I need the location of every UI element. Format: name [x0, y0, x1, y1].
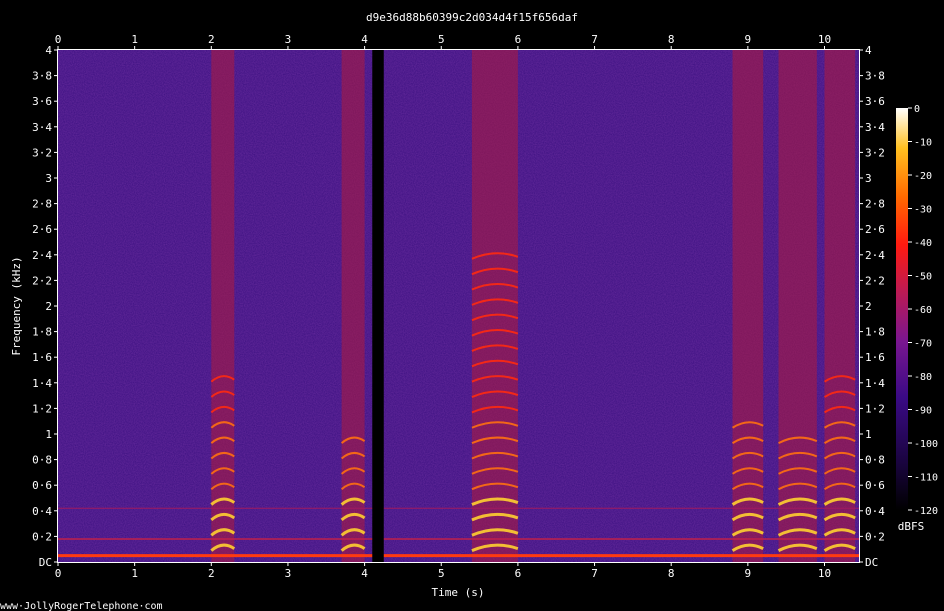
y-axis-label: Frequency (kHz) [10, 256, 23, 355]
y-tick-label: 1·8 [32, 326, 52, 339]
x-tick-label: 5 [438, 567, 445, 580]
y-tick-label: 3·4 [32, 121, 52, 134]
x-tick-label: 4 [361, 567, 368, 580]
y-tick-label-right: 2·4 [865, 249, 885, 262]
y-tick-label-right: 0·2 [865, 530, 885, 543]
colorbar-tick-label: 0 [914, 104, 920, 115]
colorbar-tick-label: -50 [914, 272, 932, 283]
y-tick-label: 3·2 [32, 146, 52, 159]
y-tick-label-right: 0·6 [865, 479, 885, 492]
spectrogram-chart: d9e36d88b60399c2d034d4f15f656daf 0 0 1 1 2 2 3… [0, 11, 938, 611]
y-tick-label: 1·6 [32, 351, 52, 364]
x-tick-label: 6 [515, 567, 522, 580]
spectrogram-plot-area [58, 50, 859, 562]
x-tick-label: 10 [818, 567, 831, 580]
y-tick-label: 2·6 [32, 223, 52, 236]
x-tick-label-top: 8 [668, 33, 675, 46]
y-tick-label: 3·8 [32, 70, 52, 83]
colorbar-label: dBFS [898, 520, 925, 533]
y-tick-label: 1·2 [32, 402, 52, 415]
y-tick-label-right: 1·8 [865, 326, 885, 339]
y-tick-label-right: 2·8 [865, 198, 885, 211]
y-tick-label: DC [39, 556, 52, 569]
y-tick-label: 0·6 [32, 479, 52, 492]
y-tick-label-right: 3·2 [865, 146, 885, 159]
x-tick-label-top: 0 [55, 33, 62, 46]
x-tick-label-top: 7 [591, 33, 598, 46]
colorbar-tick-label: -100 [914, 439, 938, 450]
y-tick-label: 4 [45, 44, 52, 57]
colorbar-tick-label: -90 [914, 406, 932, 417]
y-tick-label: 2·2 [32, 274, 52, 287]
y-tick-label-right: 0·8 [865, 454, 885, 467]
colorbar-tick-label: -70 [914, 339, 932, 350]
x-axis-label: Time (s) [432, 586, 485, 599]
y-tick-label: 0·2 [32, 530, 52, 543]
colorbar-tick-label: -120 [914, 506, 938, 517]
y-tick-label: 2·8 [32, 198, 52, 211]
y-tick-label-right: 1·2 [865, 402, 885, 415]
colorbar-tick-label: -60 [914, 305, 932, 316]
y-tick-label-right: DC [865, 556, 878, 569]
colorbar-tick-label: -10 [914, 138, 932, 149]
y-tick-label: 1·4 [32, 377, 52, 390]
silence-gap [372, 50, 384, 562]
y-tick-label-right: 3·8 [865, 70, 885, 83]
x-tick-label: 2 [208, 567, 215, 580]
y-tick-label-right: 1·4 [865, 377, 885, 390]
y-tick-label: 1 [45, 428, 52, 441]
y-tick-label-right: 3·6 [865, 95, 885, 108]
y-tick-label-right: 2·2 [865, 274, 885, 287]
x-tick-label: 3 [285, 567, 292, 580]
chart-title: d9e36d88b60399c2d034d4f15f656daf [366, 11, 578, 24]
x-tick-label-top: 4 [361, 33, 368, 46]
x-tick-label-top: 9 [745, 33, 752, 46]
colorbar-tick-label: -110 [914, 473, 938, 484]
colorbar-ticks: -120-110-100-90-80-70-60-50-40-30-20-100 [908, 104, 938, 517]
colorbar-tick-label: -80 [914, 372, 932, 383]
colorbar-tick-label: -20 [914, 171, 932, 182]
y-tick-label: 3·6 [32, 95, 52, 108]
y-tick-label-right: 3 [865, 172, 872, 185]
y-tick-label: 2 [45, 300, 52, 313]
y-tick-label: 3 [45, 172, 52, 185]
y-tick-label-right: 1 [865, 428, 872, 441]
x-tick-label-top: 3 [285, 33, 292, 46]
x-tick-label-top: 2 [208, 33, 215, 46]
y-tick-label-right: 0·4 [865, 505, 885, 518]
colorbar-tick-label: -40 [914, 238, 932, 249]
watermark-text: www·JollyRogerTelephone·com [0, 601, 163, 611]
x-tick-label: 9 [745, 567, 752, 580]
y-tick-label-right: 3·4 [865, 121, 885, 134]
colorbar-tick-label: -30 [914, 205, 932, 216]
x-tick-label: 0 [55, 567, 62, 580]
x-tick-label: 7 [591, 567, 598, 580]
y-tick-label: 0·4 [32, 505, 52, 518]
x-tick-label-top: 5 [438, 33, 445, 46]
y-tick-label-right: 2 [865, 300, 872, 313]
x-tick-label: 1 [131, 567, 138, 580]
x-tick-label-top: 6 [515, 33, 522, 46]
y-tick-label-right: 2·6 [865, 223, 885, 236]
y-tick-label: 2·4 [32, 249, 52, 262]
y-tick-label-right: 4 [865, 44, 872, 57]
x-tick-label-top: 10 [818, 33, 831, 46]
colorbar [896, 108, 908, 510]
x-tick-label-top: 1 [131, 33, 138, 46]
x-tick-label: 8 [668, 567, 675, 580]
y-tick-label-right: 1·6 [865, 351, 885, 364]
y-tick-label: 0·8 [32, 454, 52, 467]
